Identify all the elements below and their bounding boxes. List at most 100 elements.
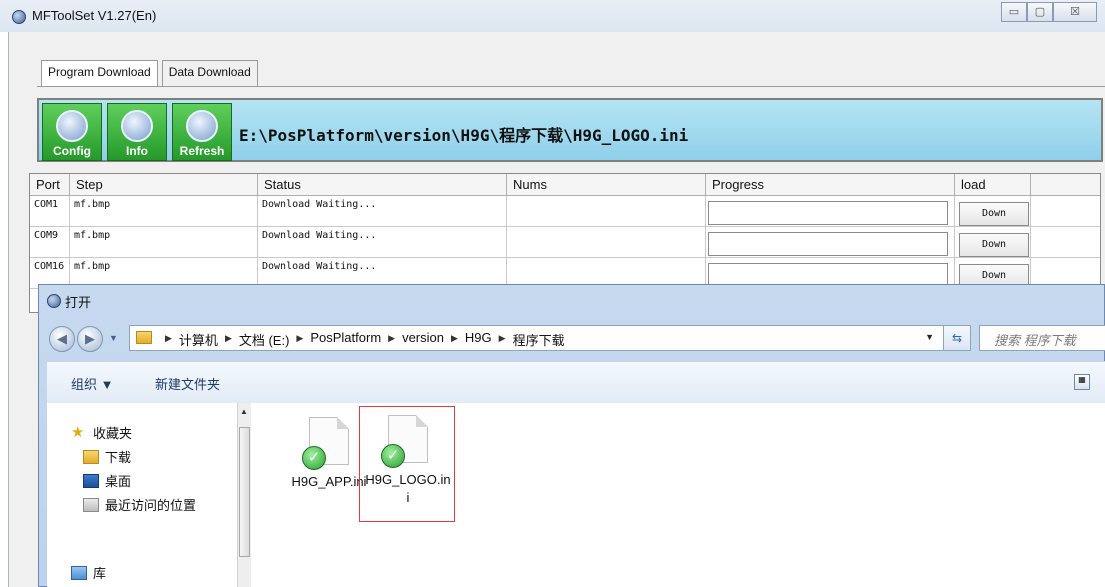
header-step: Step [70,174,258,196]
downloads-folder-icon [83,449,99,464]
app-icon [12,10,26,24]
crumb-program-download[interactable]: 程序下载 [513,330,565,349]
file-item-selected[interactable]: ✓ H9G_LOGO.ini [359,406,455,522]
crumb-posplatform[interactable]: PosPlatform [310,330,381,349]
gear-icon [56,110,88,142]
address-bar[interactable]: ▶ 计算机 ▶ 文档 (E:) ▶ PosPlatform ▶ version … [129,325,965,351]
cell-port: COM9 [30,227,70,258]
breadcrumb-separator-icon: ▶ [451,333,458,343]
refresh-folder-button[interactable]: ⇆ [943,325,971,351]
cell-load: Down [955,196,1031,227]
close-button[interactable]: ☒ [1053,2,1097,22]
refresh-button[interactable]: Refresh [172,103,232,161]
tab-data-download[interactable]: Data Download [161,60,258,86]
breadcrumb-separator-icon: ▶ [224,333,232,343]
nav-downloads-label: 下载 [105,450,132,465]
cell-nums [507,196,706,227]
cell-status: Download Waiting... [258,196,507,227]
title-bar: MFToolSet V1.27(En) ▭ ▢ ☒ [0,0,1105,32]
ini-file-icon: ✓ [302,417,349,470]
crumb-version[interactable]: version [402,330,444,349]
minimize-button[interactable]: ▭ [1001,2,1027,22]
config-button[interactable]: Config [42,103,102,161]
scroll-up-arrow-icon[interactable]: ▲ [240,407,248,416]
scrollbar-thumb[interactable] [239,427,250,557]
breadcrumb-separator-icon: ▶ [296,333,304,343]
progress-bar [708,201,948,225]
search-input[interactable]: 搜索 程序下载 [979,325,1105,351]
grid-header: Port Step Status Nums Progress load [30,174,1100,196]
recent-places-icon [83,497,99,512]
ini-file-icon: ✓ [381,415,428,468]
progress-bar [708,232,948,256]
nav-library-label: 库 [93,566,107,581]
screen: MFToolSet V1.27(En) ▭ ▢ ☒ Program Downlo… [0,0,1105,587]
refresh-label: Refresh [179,144,225,158]
crumb-drive-e[interactable]: 文档 (E:) [239,330,290,349]
nav-library[interactable]: 库 [71,563,106,582]
nav-favorites-label: 收藏夹 [93,426,133,441]
header-load: load [955,174,1031,196]
tab-program-download[interactable]: Program Download [41,60,158,86]
navigation-pane: ★ 收藏夹 下载 桌面 最近访问的位置 库 ▲ [47,403,251,587]
header-progress: Progress [706,174,955,196]
toolbar: Config Info Refresh E:\PosPlatform\versi… [37,98,1103,162]
breadcrumb: ▶ 计算机 ▶ 文档 (E:) ▶ PosPlatform ▶ version … [158,330,565,349]
header-nums: Nums [507,174,706,196]
nav-recent[interactable]: 最近访问的位置 [83,495,196,514]
nav-downloads[interactable]: 下载 [83,447,131,466]
refresh-icon [186,110,218,142]
file-list-pane: ✓ H9G_APP.ini ✓ H9G_LOGO.ini [251,403,1105,587]
nav-recent-label: 最近访问的位置 [105,498,197,513]
dialog-icon [47,294,61,308]
forward-button[interactable]: ▶ [77,326,103,352]
open-file-dialog: 打开 ◀ ▶ ▼ ▶ 计算机 ▶ 文档 (E:) ▶ PosPlatform ▶… [38,284,1105,587]
address-row: ◀ ▶ ▼ ▶ 计算机 ▶ 文档 (E:) ▶ PosPlatform ▶ ve… [47,321,1105,355]
cell-port: COM1 [30,196,70,227]
nav-favorites[interactable]: ★ 收藏夹 [71,423,132,442]
cell-step: mf.bmp [70,196,258,227]
header-status: Status [258,174,507,196]
breadcrumb-separator-icon: ▶ [388,333,396,343]
recent-pages-chevron-icon[interactable]: ▼ [109,333,118,343]
library-icon [71,565,87,580]
tab-strip: Program Download Data Download [41,60,262,86]
address-dropdown-icon[interactable]: ▼ [925,332,934,342]
nav-desktop[interactable]: 桌面 [83,471,131,490]
cell-load: Down [955,227,1031,258]
folder-icon [136,331,152,344]
down-button[interactable]: Down [959,202,1029,226]
nav-pane-scrollbar[interactable]: ▲ [237,403,251,587]
desktop-icon [83,473,99,488]
down-button[interactable]: Down [959,233,1029,257]
nav-desktop-label: 桌面 [105,474,132,489]
breadcrumb-separator-icon: ▶ [165,333,172,343]
cell-progress [706,196,955,227]
new-folder-button[interactable]: 新建文件夹 [155,374,220,393]
config-label: Config [53,144,91,158]
maximize-button[interactable]: ▢ [1027,2,1053,22]
tab-panel-divider [37,86,1105,87]
info-gears-icon [121,110,153,142]
crumb-computer[interactable]: 计算机 [179,330,218,349]
info-button[interactable]: Info [107,103,167,161]
window-title: MFToolSet V1.27(En) [32,8,157,23]
info-label: Info [126,144,148,158]
window-controls: ▭ ▢ ☒ [1001,2,1097,22]
dialog-title: 打开 [65,295,92,310]
view-options-icon[interactable]: ▦ [1074,374,1090,390]
crumb-h9g[interactable]: H9G [465,330,492,349]
header-port: Port [30,174,70,196]
command-bar: 组织 ▼ 新建文件夹 ▦ [47,361,1105,403]
check-overlay-icon: ✓ [381,444,405,468]
back-button[interactable]: ◀ [49,326,75,352]
header-filler [1031,174,1081,196]
organize-menu[interactable]: 组织 ▼ [71,374,113,393]
check-overlay-icon: ✓ [302,446,326,470]
file-name: H9G_LOGO.ini [365,472,451,505]
selected-file-path: E:\PosPlatform\version\H9G\程序下载\H9G_LOGO… [239,126,689,145]
star-icon: ★ [71,423,85,441]
breadcrumb-separator-icon: ▶ [498,333,506,343]
cell-step: mf.bmp [70,227,258,258]
cell-status: Download Waiting... [258,227,507,258]
